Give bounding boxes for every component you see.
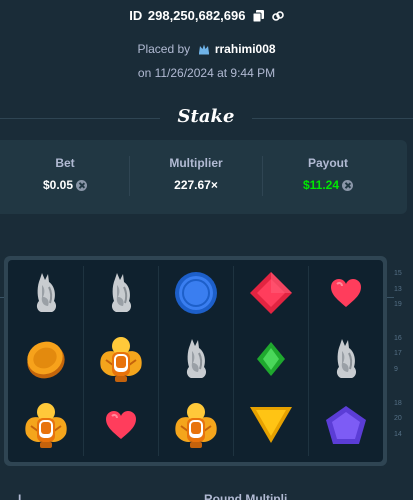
placed-date: on 11/26/2024 at 9:44 PM (137, 66, 276, 80)
currency-icon (342, 180, 354, 191)
stake-logo: Stake (177, 106, 235, 127)
board-cell (308, 328, 383, 395)
side-number: 19 (394, 301, 402, 308)
side-number: 14 (394, 431, 402, 438)
divider-left (0, 118, 160, 119)
side-number: 20 (394, 415, 402, 422)
board-cell (83, 394, 158, 461)
payout-label: Payout (307, 156, 348, 170)
stat-separator (129, 156, 130, 196)
board-cell (233, 262, 308, 329)
stat-multiplier: Multiplier 227.67× (131, 156, 261, 192)
wolf-icon (181, 339, 211, 384)
side-number: 17 (394, 350, 402, 357)
multiplier-label: Multiplier (169, 156, 223, 170)
side-number: 16 (394, 335, 402, 342)
bet-stats-panel: Bet $0.05 Multiplier 227.67× Payout $11.… (0, 140, 407, 214)
vip-crown-icon (198, 44, 210, 58)
board-cell (308, 262, 383, 329)
bet-id-row: ID 298,250,682,696 (0, 8, 413, 25)
scarab-icon (172, 400, 220, 455)
multiplier-value: 227.67× (174, 178, 218, 192)
bet-header: ID 298,250,682,696 Placed by rrahimi008 … (0, 0, 413, 140)
placed-by-label: Placed by (137, 42, 191, 56)
wolf-icon (331, 339, 361, 384)
side-number: 15 (394, 270, 402, 277)
divider-right (252, 118, 413, 119)
board-cell (158, 328, 233, 395)
red-heart-icon (330, 278, 362, 313)
link-icon[interactable] (271, 10, 284, 25)
red-diamond-icon (249, 271, 293, 320)
stat-bet: Bet $0.05 (0, 156, 130, 192)
bet-value-row: $0.05 (0, 178, 130, 192)
side-number: 13 (394, 286, 402, 293)
round-multiplier-label: Round Multipli (204, 492, 288, 500)
blue-coin-icon (174, 271, 218, 320)
side-number: 9 (394, 366, 398, 373)
placed-by: Placed by rrahimi008 (0, 42, 413, 58)
purple-pentagon-icon (325, 405, 367, 450)
scarab-icon (97, 334, 145, 389)
side-number: 18 (394, 400, 402, 407)
board-cell (233, 328, 308, 395)
bet-value: $0.05 (42, 178, 74, 192)
footer-left-label: L (18, 492, 26, 500)
stat-payout: Payout $11.24 (263, 156, 393, 192)
board-cell (8, 394, 83, 461)
board-cell (233, 394, 308, 461)
wolf-icon (31, 273, 61, 318)
wolf-icon (106, 273, 136, 318)
red-heart-icon (105, 410, 137, 445)
board-cell (158, 262, 233, 329)
board-cell (308, 394, 383, 461)
payout-value: $11.24 (302, 178, 340, 192)
bet-id-label: ID (129, 8, 143, 23)
bet-detail-page: ID 298,250,682,696 Placed by rrahimi008 … (0, 0, 413, 500)
green-gem-icon (256, 341, 286, 382)
board-cell (83, 328, 158, 395)
board-cell (8, 262, 83, 329)
board-cell (8, 328, 83, 395)
game-board-frame (4, 256, 387, 466)
username-link[interactable]: rrahimi008 (215, 42, 276, 56)
yellow-triangle-icon (249, 406, 293, 449)
copy-icon[interactable] (252, 10, 265, 25)
bet-id-value: 298,250,682,696 (147, 8, 246, 23)
currency-icon (76, 180, 88, 191)
game-board (8, 260, 383, 462)
board-cell (158, 394, 233, 461)
board-cell (83, 262, 158, 329)
scarab-icon (22, 400, 70, 455)
gold-coin-icon (25, 338, 67, 385)
payout-value-row: $11.24 (263, 178, 393, 192)
bet-label: Bet (55, 156, 75, 170)
